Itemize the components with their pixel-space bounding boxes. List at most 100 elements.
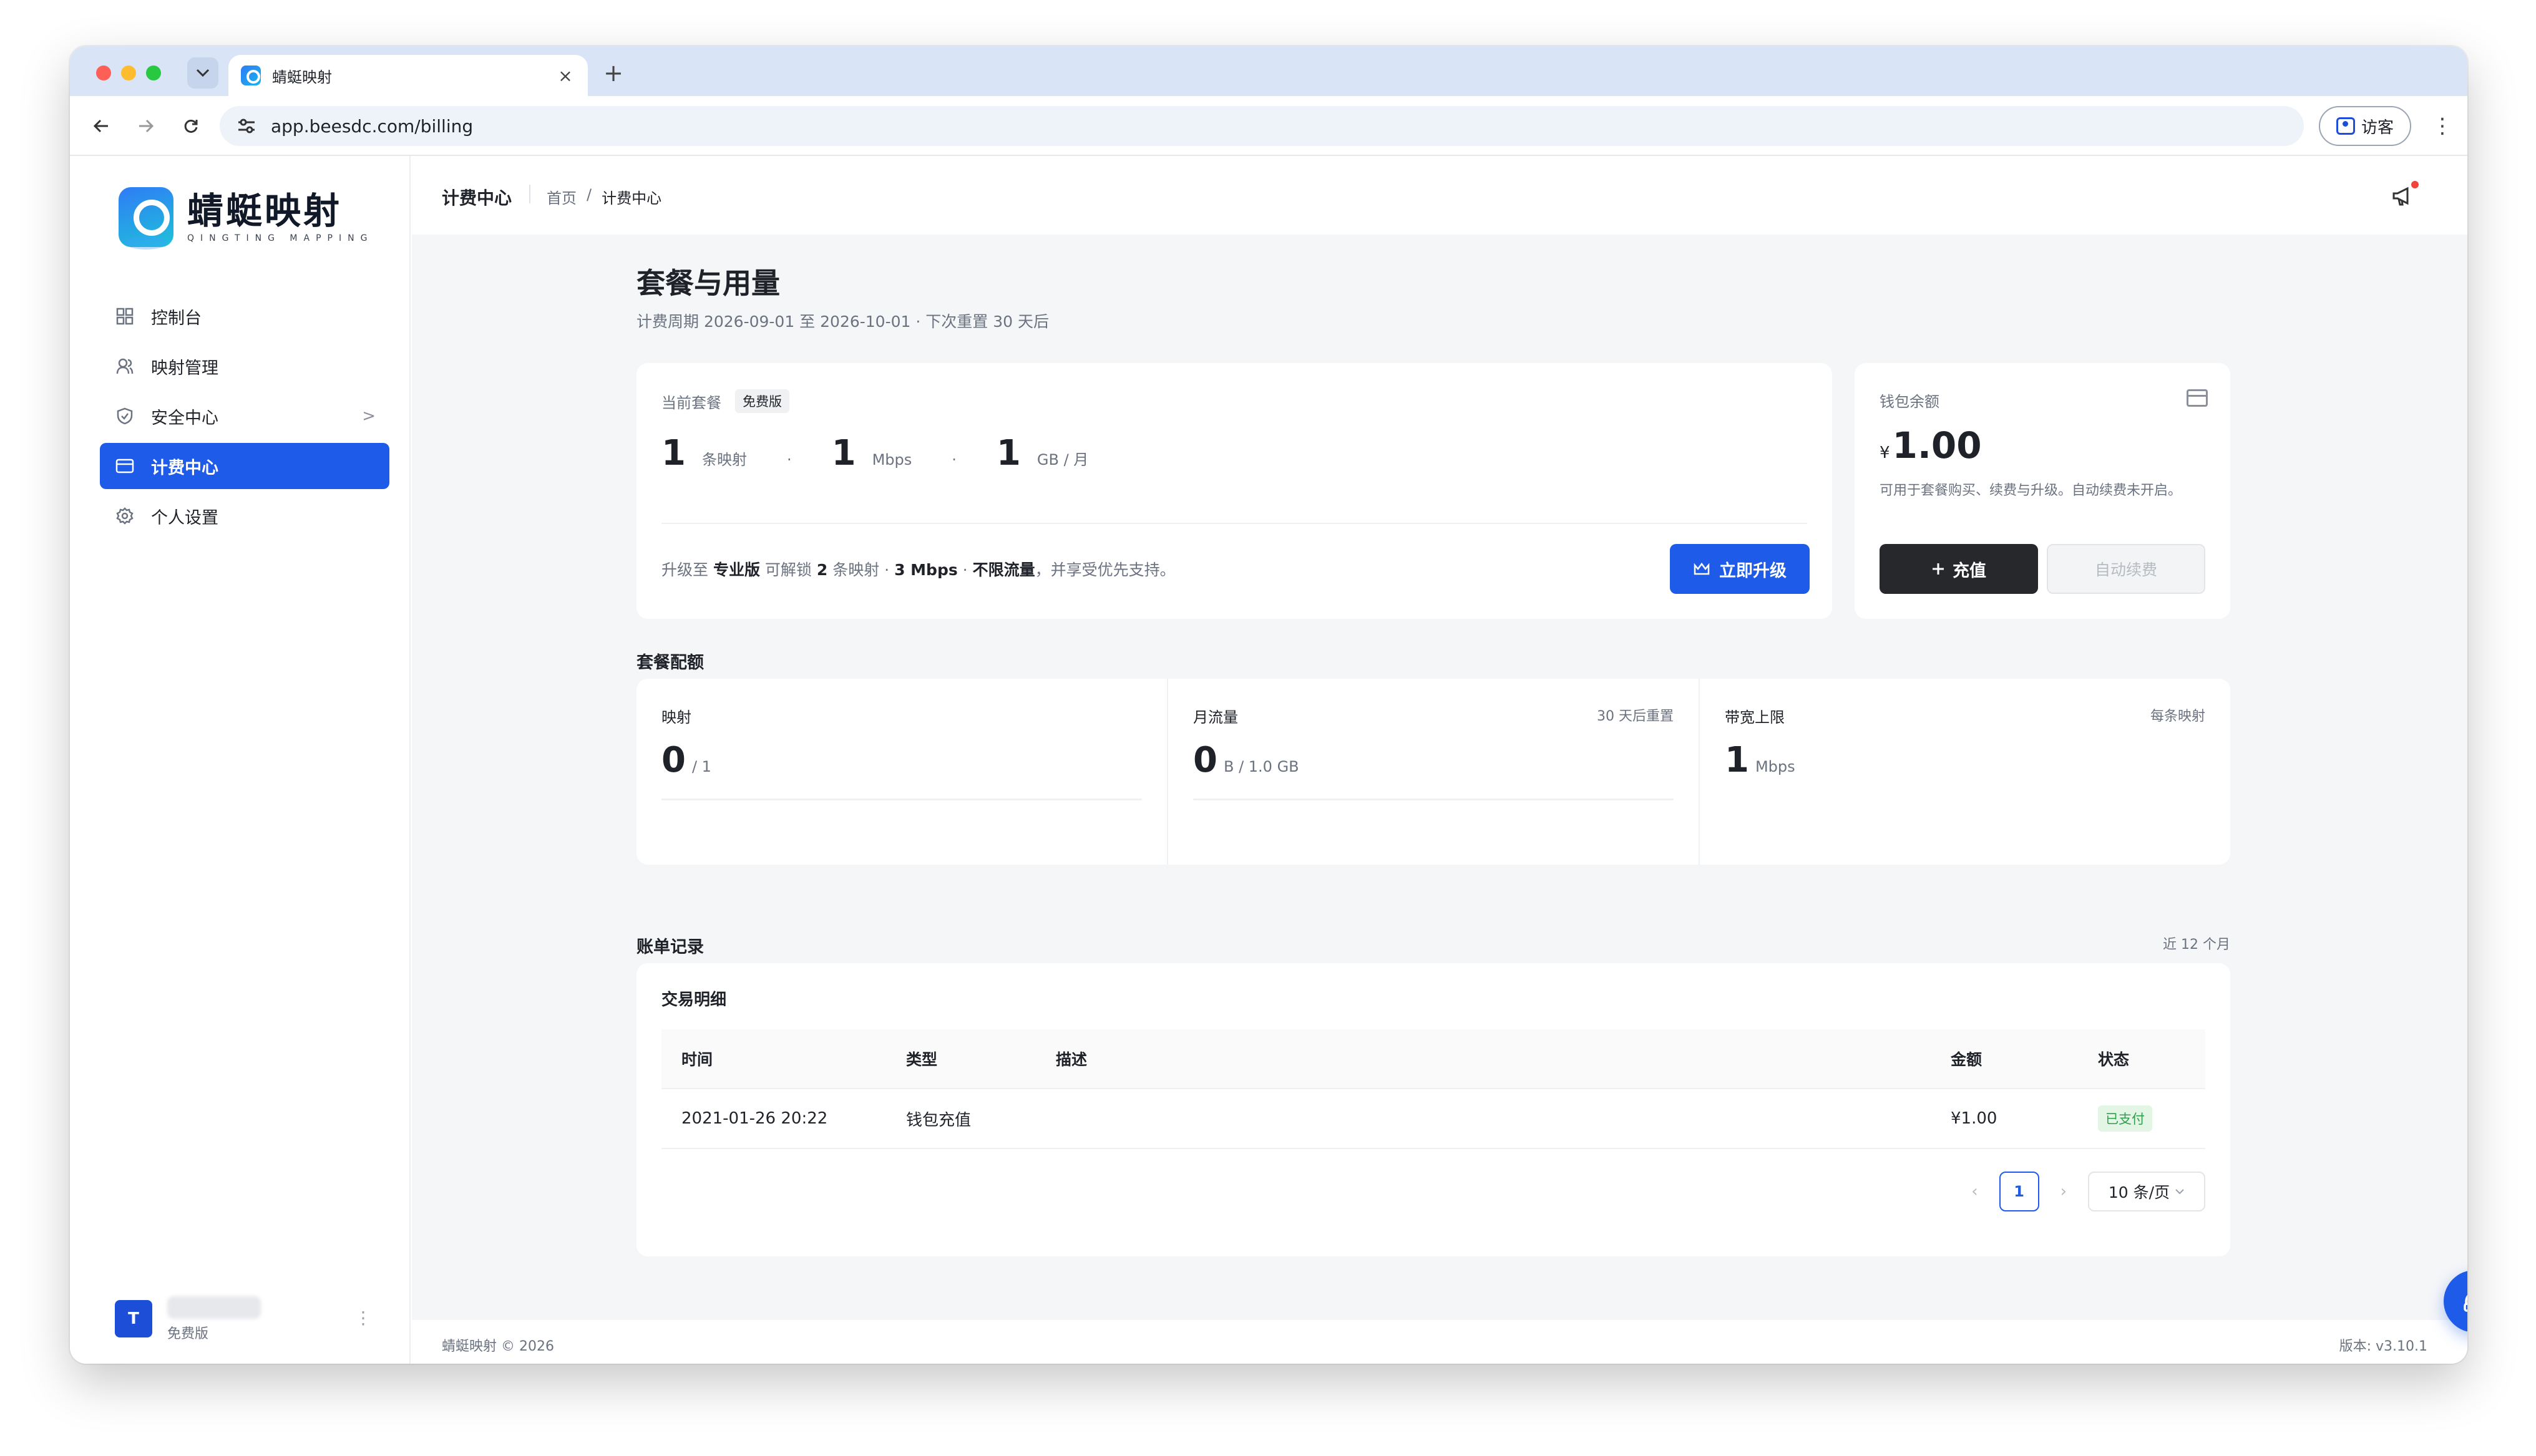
sidebar-item-settings[interactable]: 个人设置 (100, 493, 389, 539)
plan-label: 当前套餐 (661, 394, 721, 412)
footer-version: 版本: v3.10.1 (2339, 1339, 2427, 1354)
shield-icon (115, 406, 135, 426)
user-more-button[interactable]: ⋮ (354, 1308, 372, 1328)
table-header: 时间 类型 描述 金额 状态 (661, 1029, 2205, 1089)
quota-label: 月流量 (1193, 709, 1238, 726)
wallet-balance: ¥ 1.00 (1880, 424, 1982, 467)
close-window-button[interactable] (96, 66, 111, 80)
table-row: 2021-01-26 20:22 钱包充值 ¥1.00 已支付 (661, 1089, 2205, 1149)
breadcrumb-home[interactable]: 首页 (547, 186, 577, 208)
stat-unit: Mbps (872, 451, 912, 468)
stat-value: 1 (661, 433, 686, 473)
footer-copyright: 蜻蜓映射 © 2026 (442, 1339, 554, 1354)
upgrade-label: 立即升级 (1719, 561, 1787, 581)
auto-renew-button[interactable]: 自动续费 (2047, 544, 2205, 594)
upsell-bandwidth: 3 Mbps (894, 561, 958, 579)
sidebar-item-billing[interactable]: 计费中心 (100, 443, 389, 489)
breadcrumb-separator: / (587, 186, 592, 203)
sidebar-menu: 控制台 映射管理 安全中心 > 计费中心 个人设置 (100, 293, 389, 543)
avatar: T (115, 1300, 152, 1337)
wallet-card: 钱包余额 ¥ 1.00 可用于套餐购买、续费与升级。自动续费未开启。 充值 自动… (1855, 363, 2230, 619)
column-header-time: 时间 (681, 1051, 713, 1069)
upgrade-hint: 升级至 专业版 可解锁 2 条映射 · 3 Mbps · 不限流量，并享受优先支… (661, 558, 1176, 580)
divider (661, 523, 1807, 524)
column-header-type: 类型 (906, 1051, 938, 1069)
forward-button[interactable] (130, 110, 162, 142)
address-bar[interactable]: app.beesdc.com/billing (220, 106, 2304, 146)
new-tab-button[interactable]: + (599, 59, 628, 87)
brand-name: 蜻蜓映射 (187, 190, 343, 232)
wallet-label: 钱包余额 (1880, 393, 1939, 410)
quota-value: 0 (661, 740, 686, 780)
status-badge: 已支付 (2098, 1105, 2152, 1132)
breadcrumb: 首页 / 计费中心 (547, 186, 661, 208)
column-header-description: 描述 (1056, 1051, 1088, 1069)
upsell-traffic: 不限流量 (972, 561, 1035, 579)
wallet-card-icon (2187, 389, 2208, 407)
back-button[interactable] (85, 110, 117, 142)
quota-bandwidth: 带宽上限 每条映射 1 Mbps (1700, 679, 2230, 865)
currency-symbol: ¥ (1880, 444, 1890, 462)
column-header-status: 状态 (2098, 1051, 2130, 1069)
gear-icon (115, 506, 135, 526)
transactions-title: 交易明细 (661, 991, 727, 1009)
page-header: 计费中心 首页 / 计费中心 (412, 156, 2467, 235)
user-profile[interactable]: T 免费版 ⋮ (115, 1294, 377, 1344)
arrow-right-icon (139, 119, 154, 133)
billing-section-title: 账单记录 (636, 938, 704, 957)
chevron-down-icon (2175, 1189, 2184, 1195)
header-divider (529, 185, 530, 203)
wallet-description: 可用于套餐购买、续费与升级。自动续费未开启。 (1880, 483, 2182, 498)
tab-close-icon[interactable]: × (555, 66, 575, 86)
minimize-window-button[interactable] (121, 66, 136, 80)
next-page-button[interactable]: › (2060, 1182, 2067, 1201)
reload-icon (184, 119, 198, 133)
brand-logo[interactable]: 蜻蜓映射 QINGTING MAPPING (119, 187, 373, 250)
browser-tab[interactable]: 蜻蜓映射 × (228, 55, 588, 96)
tab-search-button[interactable] (187, 57, 218, 89)
site-settings-icon[interactable] (236, 117, 257, 135)
reload-button[interactable] (175, 110, 207, 142)
upgrade-button[interactable]: 立即升级 (1670, 544, 1810, 594)
stat-value: 1 (996, 433, 1021, 473)
quota-unit: Mbps (1755, 758, 1795, 775)
profile-button[interactable]: 访客 (2319, 106, 2411, 146)
sidebar: 蜻蜓映射 QINGTING MAPPING 控制台 映射管理 安全中心 > 计费… (70, 156, 411, 1364)
transactions-card: 交易明细 时间 类型 描述 金额 状态 2021-01-26 20:22 钱包充… (636, 963, 2230, 1256)
plus-icon (1933, 563, 1944, 575)
stat-value: 1 (831, 433, 856, 473)
plan-badge: 免费版 (735, 389, 789, 413)
page-number-button[interactable]: 1 (1999, 1172, 2039, 1211)
sidebar-item-security[interactable]: 安全中心 > (100, 393, 389, 439)
maximize-window-button[interactable] (146, 66, 161, 80)
topup-button[interactable]: 充值 (1880, 544, 2038, 594)
stat-unit: GB / 月 (1036, 451, 1089, 468)
stat-separator: · (786, 451, 792, 468)
stat-separator: · (952, 451, 957, 468)
breadcrumb-current: 计费中心 (602, 190, 662, 207)
quota-note: 每条映射 (2150, 709, 2205, 724)
quota-mappings: 映射 0 / 1 (636, 679, 1168, 865)
chevron-down-icon (196, 69, 210, 77)
stat-unit: 条映射 (701, 451, 747, 468)
current-plan-card: 当前套餐 免费版 1 条映射 · 1 Mbps · 1 GB / 月 升级至 专… (636, 363, 1832, 619)
prev-page-button[interactable]: ‹ (1971, 1182, 1978, 1201)
upsell-text: · (957, 561, 973, 579)
browser-menu-button[interactable]: ⋮ (2427, 111, 2457, 141)
profile-icon (2336, 117, 2355, 135)
sidebar-item-label: 计费中心 (151, 458, 218, 478)
plan-stats: 1 条映射 · 1 Mbps · 1 GB / 月 (661, 433, 1088, 473)
sidebar-item-label: 控制台 (151, 308, 202, 328)
arrow-left-icon (93, 119, 108, 133)
quota-reset-note: 30 天后重置 (1597, 709, 1674, 724)
quota-value: 0 (1193, 740, 1217, 780)
upsell-text: 可解锁 (759, 561, 817, 579)
sidebar-item-mappings[interactable]: 映射管理 (100, 343, 389, 389)
quota-value: 1 (1725, 740, 1749, 780)
sidebar-item-dashboard[interactable]: 控制台 (100, 293, 389, 339)
page-title: 套餐与用量 (636, 266, 780, 300)
page-size-select[interactable]: 10 条/页 (2088, 1172, 2205, 1211)
main-area: 计费中心 首页 / 计费中心 套餐与用量 计费周期 2026-09-01 至 2… (412, 156, 2467, 1364)
users-icon (115, 356, 135, 376)
favicon-icon (241, 66, 261, 85)
